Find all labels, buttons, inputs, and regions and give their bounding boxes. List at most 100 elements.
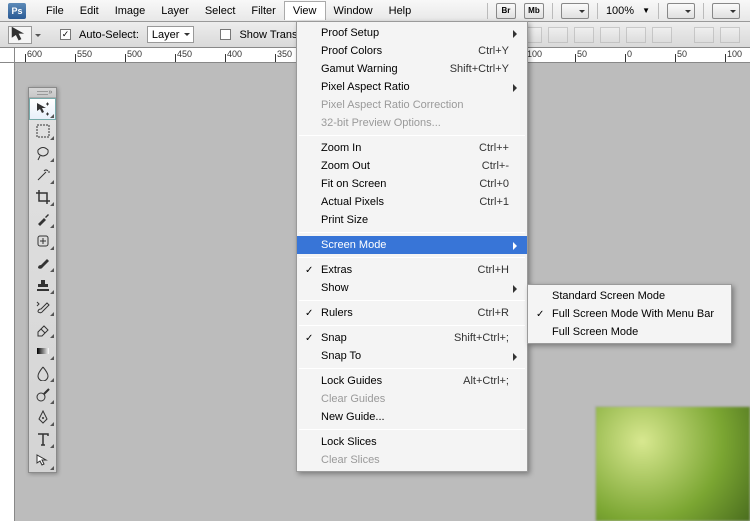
menu-item-label: Proof Colors	[321, 45, 382, 57]
distribute-icon[interactable]	[694, 27, 714, 43]
menu-item-zoom-in[interactable]: Zoom InCtrl++	[297, 139, 527, 157]
menu-item-label: Show	[321, 282, 349, 294]
menu-window[interactable]: Window	[326, 2, 381, 20]
menu-separator	[299, 257, 525, 258]
menu-item-gamut-warning[interactable]: Gamut WarningShift+Ctrl+Y	[297, 60, 527, 78]
submenu-arrow-icon	[513, 242, 521, 250]
auto-select-dropdown[interactable]: Layer	[147, 26, 195, 43]
menu-shortcut: Ctrl+H	[448, 264, 509, 276]
menu-item-snap[interactable]: ✓SnapShift+Ctrl+;	[297, 329, 527, 347]
menu-item-screen-mode[interactable]: Screen Mode	[297, 236, 527, 254]
align-icon[interactable]	[600, 27, 620, 43]
align-icon[interactable]	[548, 27, 568, 43]
extras-dropdown-icon[interactable]	[561, 3, 589, 19]
menu-view[interactable]: View	[284, 1, 326, 20]
menu-item-proof-colors[interactable]: Proof Colors Ctrl+Y	[297, 42, 527, 60]
screenmode-dropdown-icon[interactable]	[712, 3, 740, 19]
menu-item-fit-on-screen[interactable]: Fit on ScreenCtrl+0	[297, 175, 527, 193]
pen-tool[interactable]	[29, 406, 56, 428]
ruler-label: 550	[77, 49, 92, 59]
align-icon[interactable]	[626, 27, 646, 43]
stamp-tool[interactable]	[29, 274, 56, 296]
dodge-tool[interactable]	[29, 384, 56, 406]
menu-item-label: 32-bit Preview Options...	[321, 117, 441, 129]
menu-item-lock-guides[interactable]: Lock GuidesAlt+Ctrl+;	[297, 372, 527, 390]
auto-select-checkbox[interactable]: ✓	[60, 29, 71, 40]
ruler-origin[interactable]	[0, 48, 15, 62]
menu-image[interactable]: Image	[107, 2, 154, 20]
menu-item-show[interactable]: Show	[297, 279, 527, 297]
ruler-label: 0	[627, 49, 632, 59]
separator	[658, 3, 659, 19]
blur-tool[interactable]	[29, 362, 56, 384]
arrange-dropdown-icon[interactable]	[667, 3, 695, 19]
distribute-icon[interactable]	[720, 27, 740, 43]
menu-item-new-guide[interactable]: New Guide...	[297, 408, 527, 426]
show-transform-checkbox[interactable]	[220, 29, 231, 40]
menu-separator	[299, 300, 525, 301]
history-brush-tool[interactable]	[29, 296, 56, 318]
menu-edit[interactable]: Edit	[72, 2, 107, 20]
marquee-tool[interactable]	[29, 120, 56, 142]
menu-item-print-size[interactable]: Print Size	[297, 211, 527, 229]
bridge-icon[interactable]: Br	[496, 3, 516, 19]
menu-item-label: Lock Slices	[321, 436, 377, 448]
check-icon: ✓	[305, 333, 313, 344]
menu-select[interactable]: Select	[197, 2, 244, 20]
menu-item-full-screen-mode[interactable]: Full Screen Mode	[528, 323, 731, 341]
menu-item-actual-pixels[interactable]: Actual PixelsCtrl+1	[297, 193, 527, 211]
collapse-icon[interactable]: »	[47, 89, 54, 96]
menu-help[interactable]: Help	[381, 2, 420, 20]
menu-item-label: Lock Guides	[321, 375, 382, 387]
menu-item-label: Clear Guides	[321, 393, 385, 405]
view-dropdown: Proof Setup Proof Colors Ctrl+Y Gamut Warni…	[296, 21, 528, 472]
move-tool[interactable]	[29, 98, 56, 120]
menu-filter[interactable]: Filter	[243, 2, 283, 20]
menu-item-clear-guides: Clear Guides	[297, 390, 527, 408]
ruler-label: 50	[577, 49, 587, 59]
menu-item-standard-screen-mode[interactable]: Standard Screen Mode	[528, 287, 731, 305]
vertical-ruler[interactable]	[0, 63, 15, 521]
menu-item-proof-setup[interactable]: Proof Setup	[297, 24, 527, 42]
path-tool[interactable]	[29, 450, 56, 472]
menu-file[interactable]: File	[38, 2, 72, 20]
ruler-label: 50	[677, 49, 687, 59]
lasso-tool[interactable]	[29, 142, 56, 164]
tool-preset-picker[interactable]	[8, 26, 32, 44]
separator	[487, 3, 488, 19]
minibridge-icon[interactable]: Mb	[524, 3, 544, 19]
menu-shortcut: Ctrl+Y	[448, 45, 509, 57]
menu-item-label: Snap	[321, 332, 347, 344]
crop-tool[interactable]	[29, 186, 56, 208]
menu-item-label: New Guide...	[321, 411, 385, 423]
eyedropper-tool[interactable]	[29, 208, 56, 230]
check-icon: ✓	[305, 308, 313, 319]
menu-item-extras[interactable]: ✓ExtrasCtrl+H	[297, 261, 527, 279]
menu-item-lock-slices[interactable]: Lock Slices	[297, 433, 527, 451]
screen-mode-submenu: Standard Screen Mode✓Full Screen Mode Wi…	[527, 284, 732, 344]
zoom-value[interactable]: 100%	[606, 5, 634, 17]
menu-item-label: Extras	[321, 264, 352, 276]
healing-tool[interactable]	[29, 230, 56, 252]
menu-item-snap-to[interactable]: Snap To	[297, 347, 527, 365]
document-canvas[interactable]	[595, 406, 750, 521]
align-icon[interactable]	[652, 27, 672, 43]
menu-item-label: Proof Setup	[321, 27, 379, 39]
gradient-tool[interactable]	[29, 340, 56, 362]
menu-item-full-screen-mode-with-menu-bar[interactable]: ✓Full Screen Mode With Menu Bar	[528, 305, 731, 323]
ruler-label: 450	[177, 49, 192, 59]
panel-grip[interactable]: »	[29, 88, 56, 98]
align-icon[interactable]	[574, 27, 594, 43]
eraser-tool[interactable]	[29, 318, 56, 340]
separator	[552, 3, 553, 19]
menu-shortcut: Ctrl+0	[449, 178, 509, 190]
menu-item-pixel-aspect-ratio[interactable]: Pixel Aspect Ratio	[297, 78, 527, 96]
menu-layer[interactable]: Layer	[153, 2, 197, 20]
type-tool[interactable]	[29, 428, 56, 450]
separator	[597, 3, 598, 19]
menu-separator	[299, 232, 525, 233]
menu-item-rulers[interactable]: ✓RulersCtrl+R	[297, 304, 527, 322]
brush-tool[interactable]	[29, 252, 56, 274]
menu-item-zoom-out[interactable]: Zoom OutCtrl+-	[297, 157, 527, 175]
wand-tool[interactable]	[29, 164, 56, 186]
